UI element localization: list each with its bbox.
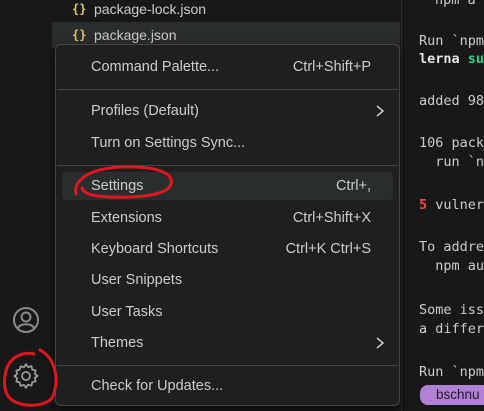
terminal-text: vulner [427,197,484,213]
terminal-line: a differ [419,321,484,337]
chevron-right-icon [373,335,387,355]
menu-item-label: Profiles (Default) [91,103,199,119]
terminal-line: run `n [419,154,484,170]
menu-separator [57,89,398,90]
terminal-line: To addre [419,239,484,255]
menu-item-user-snippets[interactable]: User Snippets [62,266,393,294]
menu-separator [57,165,398,166]
menu-item-label: Keyboard Shortcuts [91,241,219,257]
activity-bar [0,0,52,411]
menu-separator [57,365,398,366]
menu-item-label: Themes [91,335,144,351]
menu-item-command-palette[interactable]: Command Palette... Ctrl+Shift+P [62,53,393,81]
file-item-package-lock[interactable]: {} package-lock.json [52,0,400,22]
terminal-line: 5 vulner [419,197,484,213]
menu-item-user-tasks[interactable]: User Tasks [62,298,393,326]
menu-item-shortcut: Ctrl+, [335,178,371,194]
menu-item-label: User Tasks [91,304,163,320]
menu-item-shortcut: Ctrl+K Ctrl+S [285,241,371,257]
menu-item-label: Extensions [91,210,162,226]
menu-item-label: Settings [91,178,144,194]
account-icon[interactable] [8,302,44,338]
menu-item-extensions[interactable]: Extensions Ctrl+Shift+X [62,204,393,232]
file-name: package-lock.json [94,1,207,17]
menu-item-shortcut: Ctrl+Shift+P [292,59,371,75]
terminal-text: lerna [419,51,468,67]
terminal-line: added 98 [419,93,484,109]
terminal-badge: bschnu [420,385,484,405]
menu-item-label: Command Palette... [91,59,220,75]
terminal-text-vuln-count: 5 [419,197,428,213]
terminal-line: Some iss [419,302,484,318]
menu-item-label: Turn on Settings Sync... [91,135,246,151]
menu-item-check-updates[interactable]: Check for Updates... [62,372,393,400]
menu-item-themes[interactable]: Themes [62,329,393,357]
json-braces-icon: {} [72,2,87,16]
file-name: package.json [94,27,177,43]
menu-item-shortcut: Ctrl+Shift+X [292,210,371,226]
terminal-line: Run `npm [419,33,484,49]
menu-item-label: User Snippets [91,272,183,288]
chevron-right-icon [373,103,387,123]
manage-context-menu: Command Palette... Ctrl+Shift+P Profiles… [55,44,400,406]
manage-gear-icon[interactable] [8,358,44,394]
terminal-line: npm a [435,0,476,8]
terminal-text-success: su [467,51,484,67]
terminal-line: 106 pack [419,135,484,151]
terminal-line: Run `npm [419,364,484,380]
menu-item-settings-sync[interactable]: Turn on Settings Sync... [62,129,393,157]
menu-item-profiles[interactable]: Profiles (Default) [62,97,393,125]
menu-item-keyboard-shortcuts[interactable]: Keyboard Shortcuts Ctrl+K Ctrl+S [62,235,393,263]
menu-item-label: Check for Updates... [91,378,224,394]
menu-item-settings[interactable]: Settings Ctrl+, [62,172,393,200]
terminal-line: npm au [419,258,484,274]
terminal-line: lerna su [419,51,484,67]
json-braces-icon: {} [72,28,87,42]
